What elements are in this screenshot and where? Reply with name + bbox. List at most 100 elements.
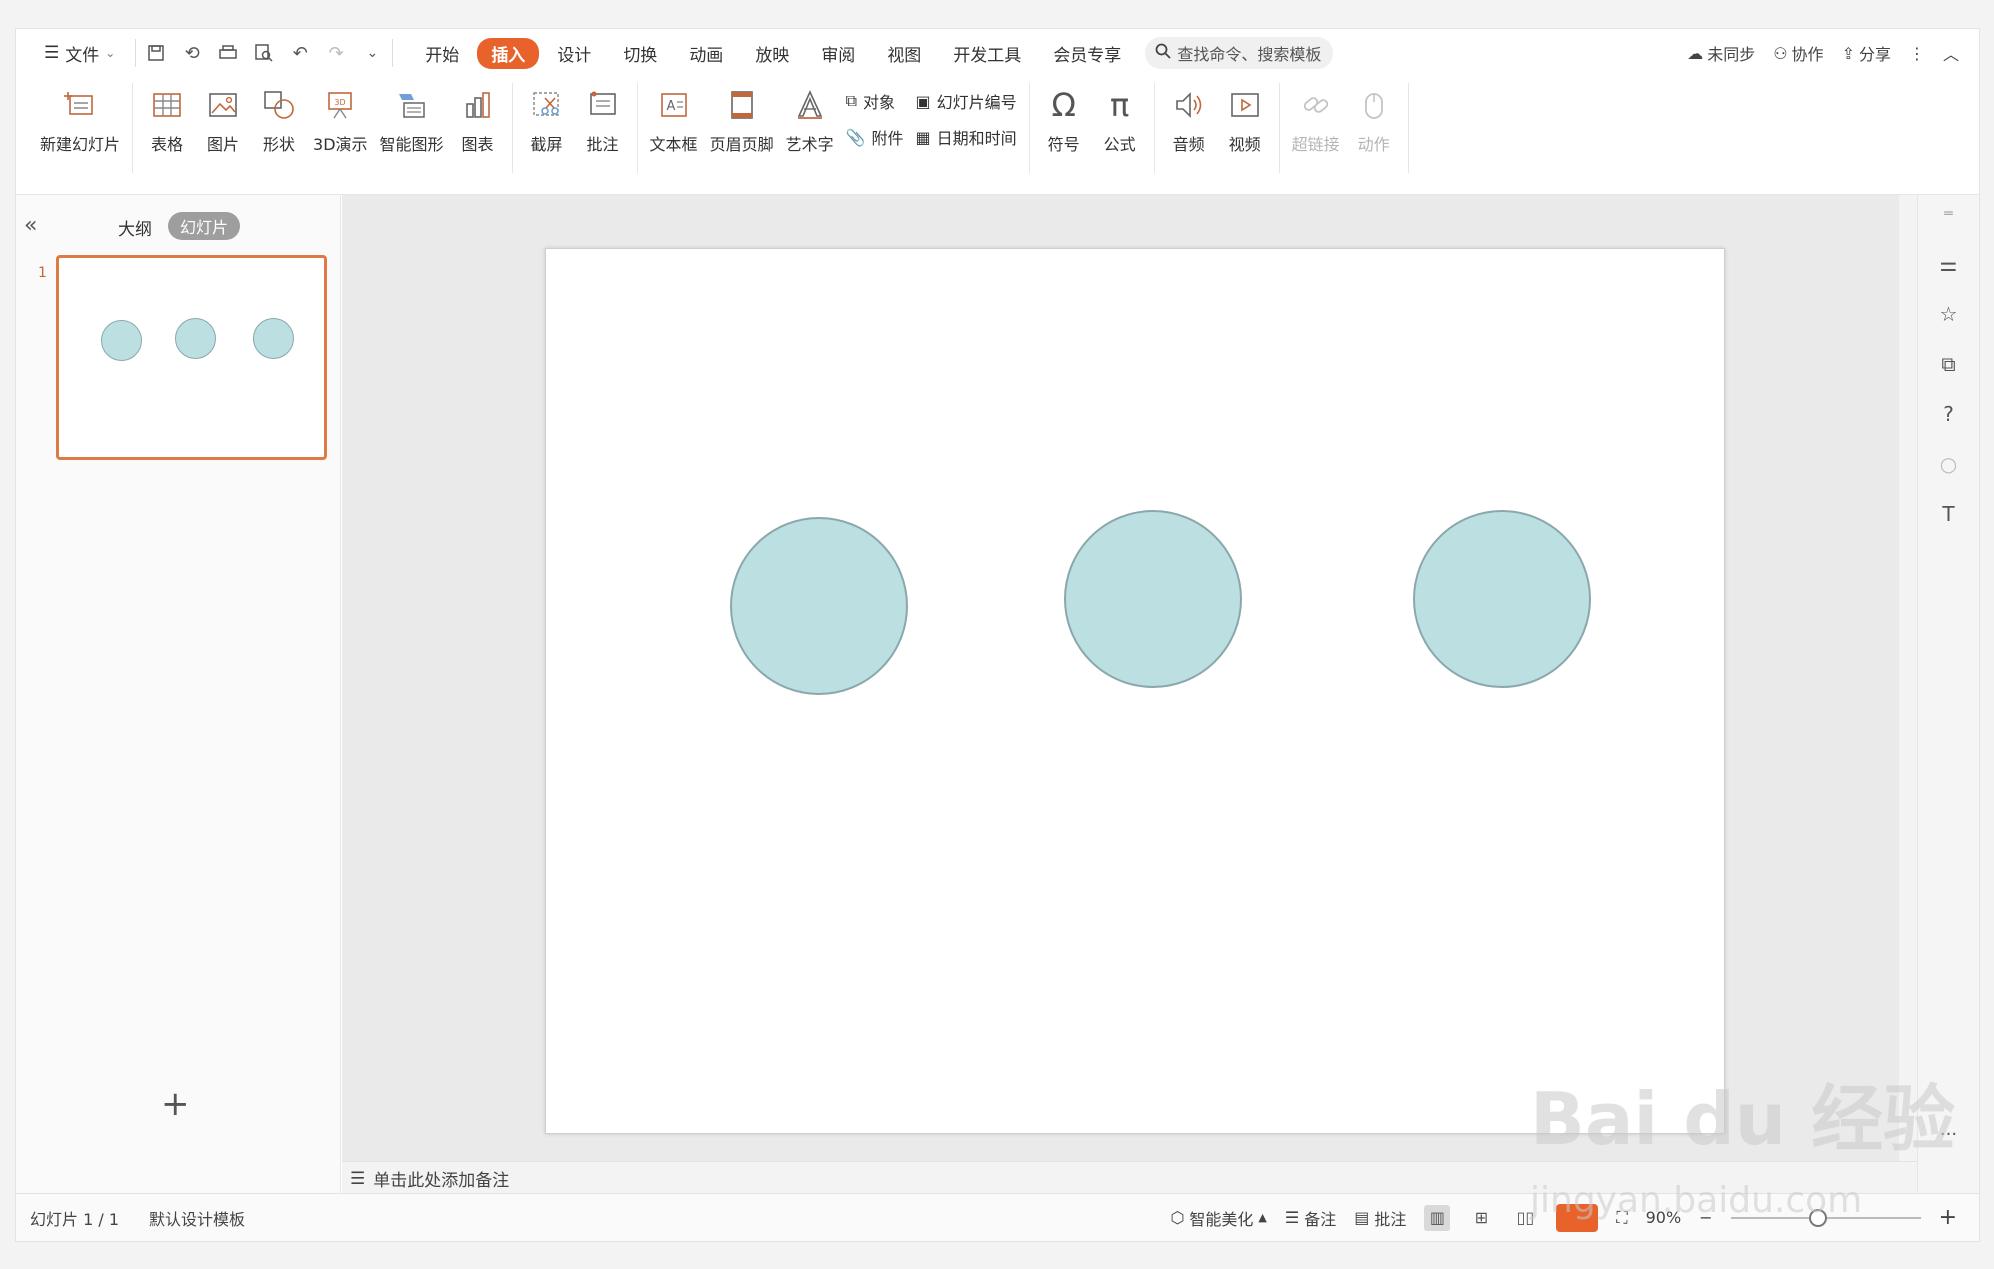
file-menu[interactable]: ☰ 文件 ⌄ (34, 41, 125, 66)
collapse-panel-icon[interactable]: « (24, 213, 37, 238)
tab-design[interactable]: 设计 (543, 38, 605, 69)
drag-handle-icon[interactable]: ═ (1936, 201, 1962, 227)
chart-button[interactable]: 图表 (450, 83, 506, 155)
print-icon[interactable] (216, 41, 240, 65)
ribbon-group-slide: 新建幻灯片 (28, 83, 134, 173)
more-vertical-icon[interactable]: ⋮ (1909, 44, 1925, 63)
hyperlink-label: 超链接 (1291, 135, 1340, 154)
format-painter-icon[interactable]: ⟲ (180, 41, 204, 65)
star-icon[interactable]: ☆ (1936, 301, 1962, 327)
tab-home[interactable]: 开始 (411, 38, 473, 69)
text-icon[interactable]: T (1936, 501, 1962, 527)
slide-number-button[interactable]: ▣ 幻灯片编号 (916, 89, 1017, 113)
demo3d-label: 3D演示 (313, 135, 368, 154)
audio-button[interactable]: 音频 (1161, 83, 1217, 155)
comment-toggle-button[interactable]: ▤ 批注 (1354, 1206, 1406, 1230)
video-button[interactable]: 视频 (1217, 83, 1273, 155)
ribbon-group-media: 表格 图片 形状 3D 3D演示 智能图形 图表 (133, 83, 513, 173)
collab-button[interactable]: ⚇ 协作 (1773, 41, 1823, 65)
video-icon (1227, 87, 1263, 123)
tab-animation[interactable]: 动画 (675, 38, 737, 69)
share-button[interactable]: ⇪ 分享 (1842, 41, 1891, 65)
collapse-ribbon-icon[interactable]: ︿ (1943, 41, 1959, 65)
sync-button[interactable]: ☁ 未同步 (1687, 41, 1755, 65)
wordart-icon (792, 87, 828, 123)
pi-icon: π (1110, 86, 1130, 124)
attachment-button[interactable]: 📎 附件 (846, 125, 904, 149)
add-slide-icon[interactable]: + (161, 1087, 190, 1121)
symbol-label: 符号 (1047, 135, 1080, 154)
wordart-button[interactable]: 艺术字 (780, 83, 840, 155)
help-icon[interactable]: ? (1936, 401, 1962, 427)
slides-switch-icon[interactable]: ⧉ (1936, 351, 1962, 377)
slide-canvas[interactable] (545, 248, 1725, 1134)
right-sidebar: ═ ⚌ ☆ ⧉ ? ○ T ··· (1917, 195, 1979, 1193)
tab-slides[interactable]: 幻灯片 (168, 212, 241, 240)
zoom-in-icon[interactable]: + (1939, 1205, 1957, 1230)
slide-circle-3[interactable] (1413, 510, 1591, 688)
user-add-icon: ⚇ (1773, 43, 1788, 63)
slides-panel: « 大纲 幻灯片 1 + (16, 195, 341, 1193)
cloud-icon: ☁ (1687, 43, 1704, 63)
datetime-button[interactable]: ▦ 日期和时间 (916, 125, 1017, 149)
search-text: 查找命令、搜索模板 (1177, 45, 1322, 64)
picture-button[interactable]: 图片 (195, 83, 251, 155)
ribbon-small-col-2: ▣ 幻灯片编号 ▦ 日期和时间 (910, 83, 1023, 149)
vertical-scrollbar[interactable] (1899, 195, 1917, 1189)
template-name[interactable]: 默认设计模板 (149, 1206, 245, 1230)
slide-circle-1[interactable] (730, 517, 908, 695)
command-search[interactable]: 查找命令、搜索模板 (1145, 37, 1334, 69)
comment-button[interactable]: 批注 (575, 83, 631, 155)
notes-placeholder: 单击此处添加备注 (373, 1171, 510, 1191)
sync-label: 未同步 (1707, 45, 1756, 64)
properties-icon[interactable]: ⚌ (1936, 251, 1962, 277)
slide-thumbnail-1[interactable] (56, 255, 327, 460)
new-slide-button[interactable]: 新建幻灯片 (34, 83, 126, 155)
tab-insert[interactable]: 插入 (477, 37, 540, 69)
notes-toggle-button[interactable]: ☰ 备注 (1285, 1206, 1336, 1230)
table-button[interactable]: 表格 (139, 83, 195, 155)
save-icon[interactable] (144, 41, 168, 65)
new-slide-label: 新建幻灯片 (40, 135, 121, 154)
smartart-button[interactable]: 智能图形 (374, 83, 450, 155)
tab-developer[interactable]: 开发工具 (939, 38, 1035, 69)
tab-outline[interactable]: 大纲 (118, 215, 152, 240)
comment-icon (585, 87, 621, 123)
thumb-circle (175, 318, 216, 359)
action-button[interactable]: 动作 (1346, 83, 1402, 155)
video-label: 视频 (1228, 135, 1261, 154)
shape-button[interactable]: 形状 (251, 83, 307, 155)
search-icon (1155, 43, 1171, 63)
screenshot-button[interactable]: 截屏 (519, 83, 575, 155)
header-footer-button[interactable]: 页眉页脚 (704, 83, 780, 155)
slide-thumb-number: 1 (38, 265, 47, 281)
tab-view[interactable]: 视图 (873, 38, 935, 69)
watermark-url: jingyan.baidu.com (1530, 1180, 1863, 1221)
slide-circle-2[interactable] (1064, 510, 1242, 688)
tab-transition[interactable]: 切换 (609, 38, 671, 69)
bulb-icon[interactable]: ○ (1936, 451, 1962, 477)
attachment-label: 附件 (871, 129, 904, 148)
tab-slideshow[interactable]: 放映 (741, 38, 803, 69)
textbox-button[interactable]: A 文本框 (644, 83, 704, 155)
comment-label: 批注 (586, 135, 619, 154)
tab-member[interactable]: 会员专享 (1039, 38, 1135, 69)
undo-icon[interactable]: ↶ (288, 41, 312, 65)
collab-label: 协作 (1791, 45, 1824, 64)
header-footer-label: 页眉页脚 (709, 135, 774, 154)
normal-view-icon[interactable]: ▥ (1424, 1204, 1451, 1231)
symbol-button[interactable]: Ω 符号 (1036, 83, 1092, 155)
object-button[interactable]: ⧉ 对象 (846, 89, 904, 113)
quick-access-toolbar: ⟲ ↶ ↷ ⌄ (135, 39, 394, 67)
customize-toolbar-icon[interactable]: ⌄ (360, 41, 384, 65)
demo3d-button[interactable]: 3D 3D演示 (307, 83, 374, 155)
tab-review[interactable]: 审阅 (807, 38, 869, 69)
redo-icon[interactable]: ↷ (324, 41, 348, 65)
beautify-button[interactable]: ⬡ 智能美化 ▲ (1170, 1206, 1266, 1230)
grid-view-icon[interactable]: ⊞ (1468, 1205, 1494, 1231)
svg-text:3D: 3D (335, 98, 346, 107)
new-slide-icon (62, 87, 98, 123)
hyperlink-button[interactable]: 超链接 (1286, 83, 1346, 155)
formula-button[interactable]: π 公式 (1092, 83, 1148, 155)
print-preview-icon[interactable] (252, 41, 276, 65)
